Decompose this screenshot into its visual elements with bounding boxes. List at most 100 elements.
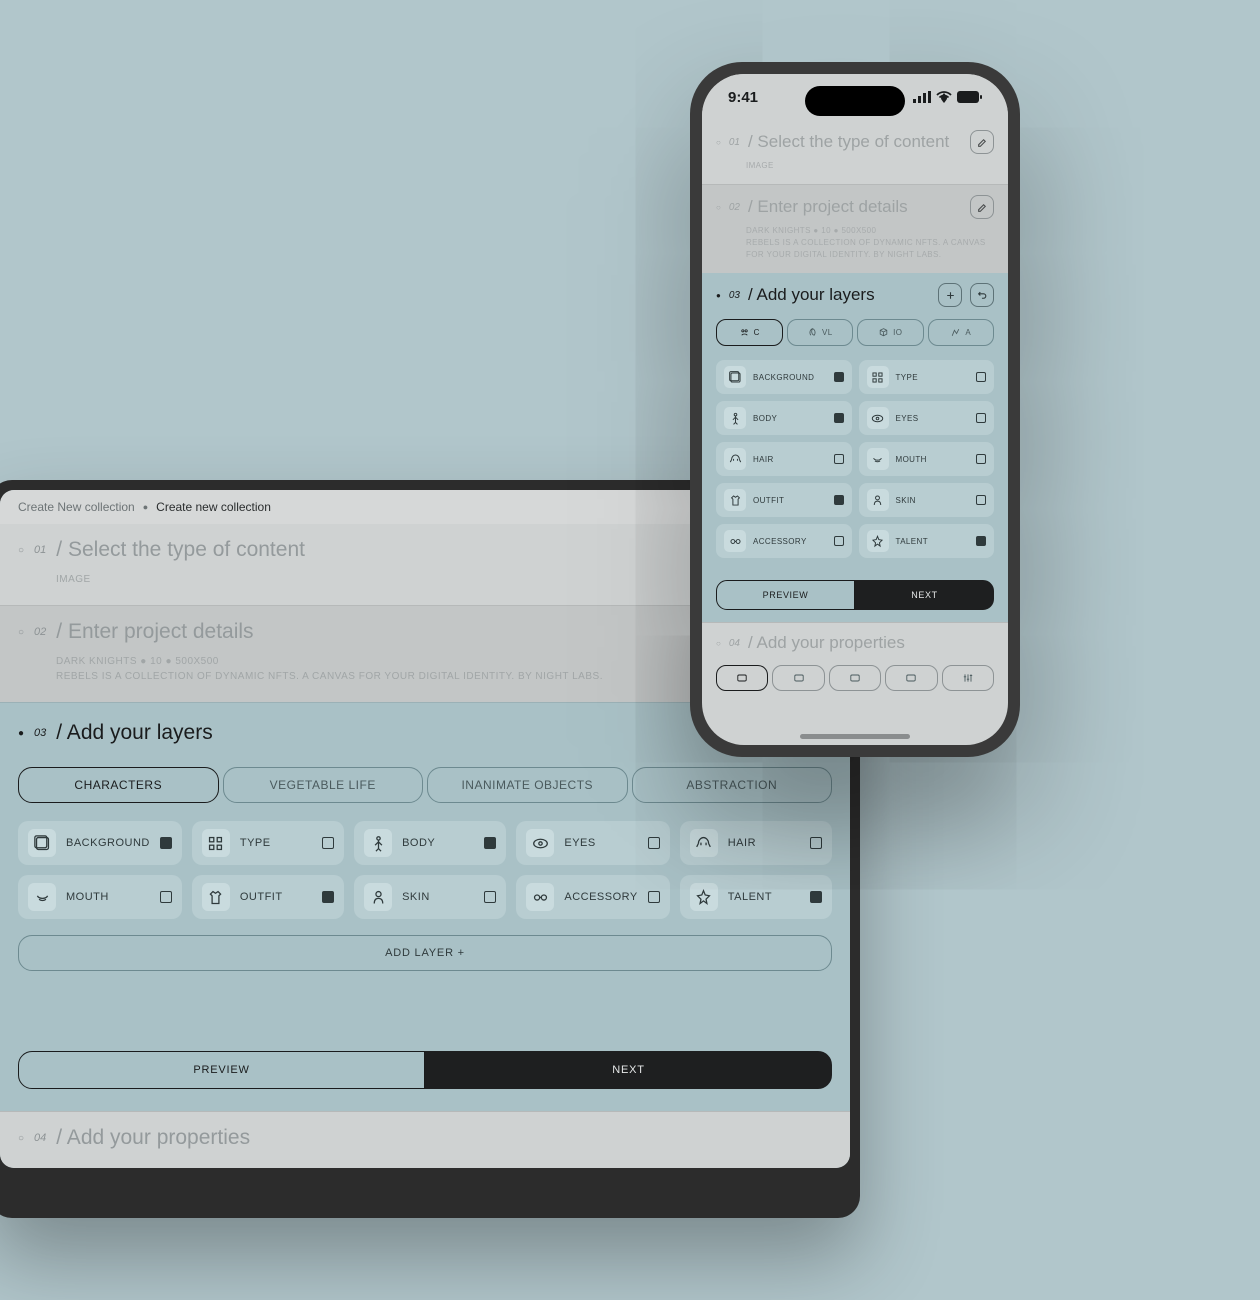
layer-label: TYPE: [896, 373, 970, 382]
tab-characters[interactable]: CHARACTERS: [18, 767, 219, 803]
edit-button[interactable]: [970, 195, 994, 219]
tab-label: A: [965, 328, 971, 337]
add-layer-button[interactable]: ADD LAYER +: [18, 935, 832, 971]
accessory-icon: [526, 883, 554, 911]
step-title: / Enter project details: [56, 620, 253, 644]
step-4[interactable]: ○ 04 / Add your properties: [0, 1111, 850, 1168]
hair-icon: [724, 448, 746, 470]
next-button[interactable]: NEXT: [855, 580, 994, 610]
layer-label: TALENT: [896, 537, 970, 546]
layer-mouth[interactable]: MOUTH: [18, 875, 182, 919]
edit-button[interactable]: [970, 130, 994, 154]
layer-body[interactable]: BODY: [354, 821, 506, 865]
button-row: PREVIEW NEXT: [18, 1051, 832, 1089]
phone-notch: [805, 86, 905, 116]
step-bullet: ○: [716, 639, 721, 648]
step-meta: IMAGE: [746, 160, 994, 172]
layer-label: OUTFIT: [753, 496, 827, 505]
layer-skin[interactable]: SKIN: [859, 483, 995, 517]
tab-label: IO: [893, 328, 902, 337]
eyes-icon: [867, 407, 889, 429]
type-icon: [867, 366, 889, 388]
layer-label: HAIR: [728, 837, 800, 849]
phone-category-tabs: C VL IO A: [716, 319, 994, 346]
layer-state-indicator: [834, 536, 844, 546]
talent-icon: [690, 883, 718, 911]
mouth-icon: [28, 883, 56, 911]
step-number: 01: [729, 137, 740, 148]
body-icon: [724, 407, 746, 429]
step-bullet: ○: [18, 545, 24, 556]
next-button[interactable]: NEXT: [425, 1051, 832, 1089]
layer-label: SKIN: [896, 496, 970, 505]
breadcrumb-parent[interactable]: Create New collection: [18, 500, 135, 514]
tab-inanimate-objects[interactable]: INANIMATE OBJECTS: [427, 767, 628, 803]
tab-vegetable-life[interactable]: VL: [787, 319, 854, 346]
step-number: 03: [34, 727, 46, 739]
layer-talent[interactable]: TALENT: [859, 524, 995, 558]
tab-vegetable-life[interactable]: VEGETABLE LIFE: [223, 767, 424, 803]
breadcrumb-separator: ●: [143, 502, 148, 512]
layer-type[interactable]: TYPE: [859, 360, 995, 394]
layer-label: TYPE: [240, 837, 312, 849]
step-title: / Enter project details: [748, 197, 962, 217]
tab-inanimate-objects[interactable]: IO: [857, 319, 924, 346]
phone-step-1[interactable]: ○ 01 / Select the type of content IMAGE: [702, 120, 1008, 184]
property-tab-5[interactable]: [942, 665, 994, 691]
layer-state-indicator: [322, 837, 334, 849]
layer-state-indicator: [976, 454, 986, 464]
layer-label: BACKGROUND: [66, 837, 150, 849]
layer-state-indicator: [322, 891, 334, 903]
layer-mouth[interactable]: MOUTH: [859, 442, 995, 476]
body-icon: [364, 829, 392, 857]
property-tab-2[interactable]: [772, 665, 824, 691]
layer-background[interactable]: BACKGROUND: [716, 360, 852, 394]
preview-button[interactable]: PREVIEW: [716, 580, 855, 610]
layer-type[interactable]: TYPE: [192, 821, 344, 865]
step-bullet: ○: [18, 627, 24, 638]
preview-button[interactable]: PREVIEW: [18, 1051, 425, 1089]
phone-step-4[interactable]: ○ 04 / Add your properties: [702, 622, 1008, 703]
undo-button[interactable]: [970, 283, 994, 307]
category-tabs: CHARACTERS VEGETABLE LIFE INANIMATE OBJE…: [18, 767, 832, 803]
layer-state-indicator: [834, 454, 844, 464]
layer-talent[interactable]: TALENT: [680, 875, 832, 919]
outfit-icon: [202, 883, 230, 911]
step-meta-line: DARK KNIGHTS ● 10 ● 500X500: [746, 225, 994, 237]
step-bullet: ●: [18, 728, 24, 739]
step-meta: DARK KNIGHTS ● 10 ● 500X500 REBELS IS A …: [746, 225, 994, 261]
layer-eyes[interactable]: EYES: [859, 401, 995, 435]
layer-outfit[interactable]: OUTFIT: [192, 875, 344, 919]
layer-hair[interactable]: HAIR: [680, 821, 832, 865]
layer-state-indicator: [976, 372, 986, 382]
layer-body[interactable]: BODY: [716, 401, 852, 435]
layer-background[interactable]: BACKGROUND: [18, 821, 182, 865]
step-number: 04: [729, 638, 740, 649]
tab-characters[interactable]: C: [716, 319, 783, 346]
property-tab-3[interactable]: [829, 665, 881, 691]
layer-accessory[interactable]: ACCESSORY: [716, 524, 852, 558]
step-meta-line: REBELS IS A COLLECTION OF DYNAMIC NFTS. …: [746, 237, 994, 261]
background-icon: [724, 366, 746, 388]
step-title: / Add your layers: [56, 721, 212, 745]
tab-abstraction[interactable]: A: [928, 319, 995, 346]
tab-abstraction[interactable]: ABSTRACTION: [632, 767, 833, 803]
layer-hair[interactable]: HAIR: [716, 442, 852, 476]
property-tab-1[interactable]: [716, 665, 768, 691]
phone-layer-grid: BACKGROUND TYPE BODY EYES HAIR MOUTH OUT…: [716, 360, 994, 558]
hair-icon: [690, 829, 718, 857]
status-time: 9:41: [728, 89, 758, 106]
layer-state-indicator: [648, 891, 660, 903]
phone-step-2[interactable]: ○ 02 / Enter project details DARK KNIGHT…: [702, 184, 1008, 273]
layer-accessory[interactable]: ACCESSORY: [516, 875, 669, 919]
layer-eyes[interactable]: EYES: [516, 821, 669, 865]
layer-outfit[interactable]: OUTFIT: [716, 483, 852, 517]
add-button[interactable]: [938, 283, 962, 307]
eyes-icon: [526, 829, 554, 857]
phone-step-3: ● 03 / Add your layers C VL IO A BACKGRO…: [702, 273, 1008, 622]
step-3: ● 03 / Add your layers CHARACTERS VEGETA…: [0, 702, 850, 1111]
layer-skin[interactable]: SKIN: [354, 875, 506, 919]
property-tab-4[interactable]: [885, 665, 937, 691]
step-bullet: ○: [716, 138, 721, 147]
home-indicator: [800, 734, 910, 739]
